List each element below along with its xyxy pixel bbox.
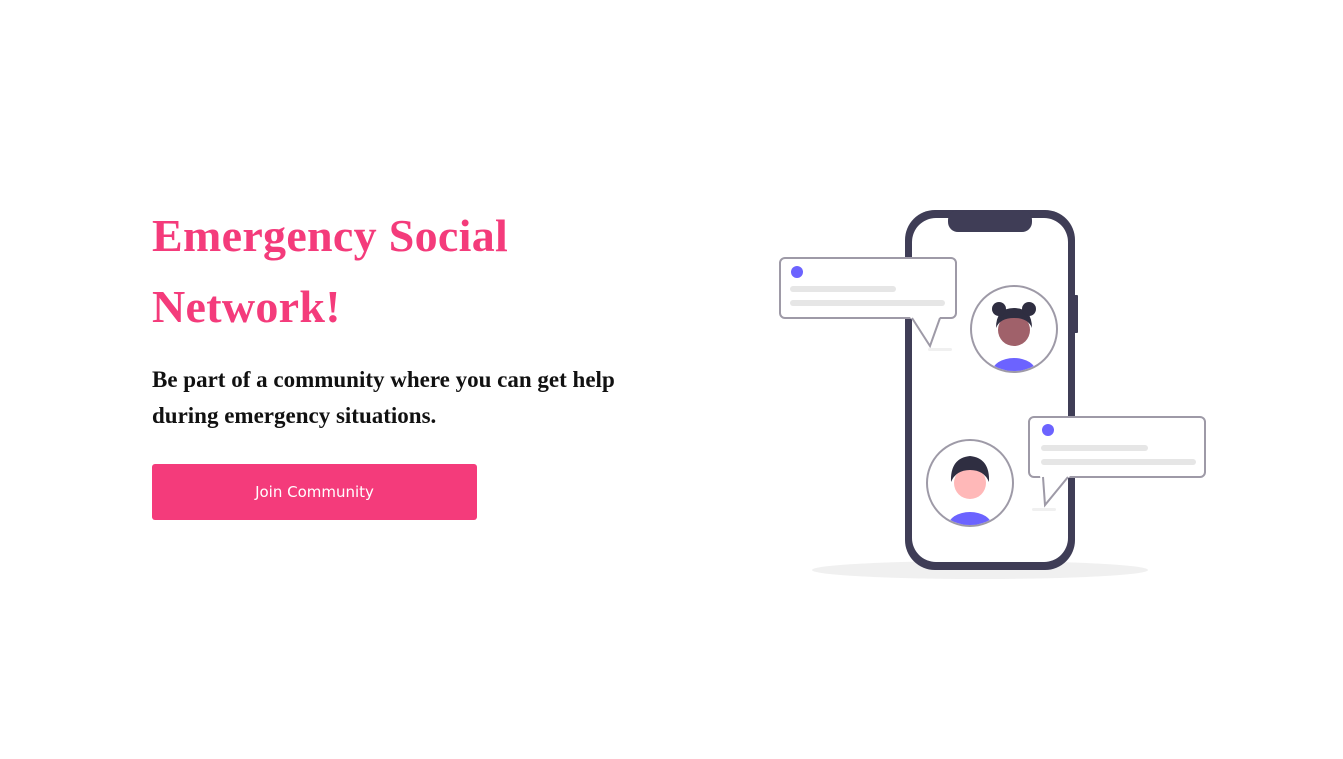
hero-section: Emergency Social Network! Be part of a c… (152, 200, 672, 520)
hero-subtitle: Be part of a community where you can get… (152, 367, 615, 428)
chat-bubble-left (779, 257, 957, 351)
phone-chat-icon (779, 210, 1206, 579)
join-community-button[interactable]: Join Community (152, 464, 477, 520)
page-title: Emergency Social Network! (152, 210, 509, 332)
phone-chat-illustration (770, 200, 1220, 590)
landing-page: Emergency Social Network! Be part of a c… (0, 0, 1343, 759)
